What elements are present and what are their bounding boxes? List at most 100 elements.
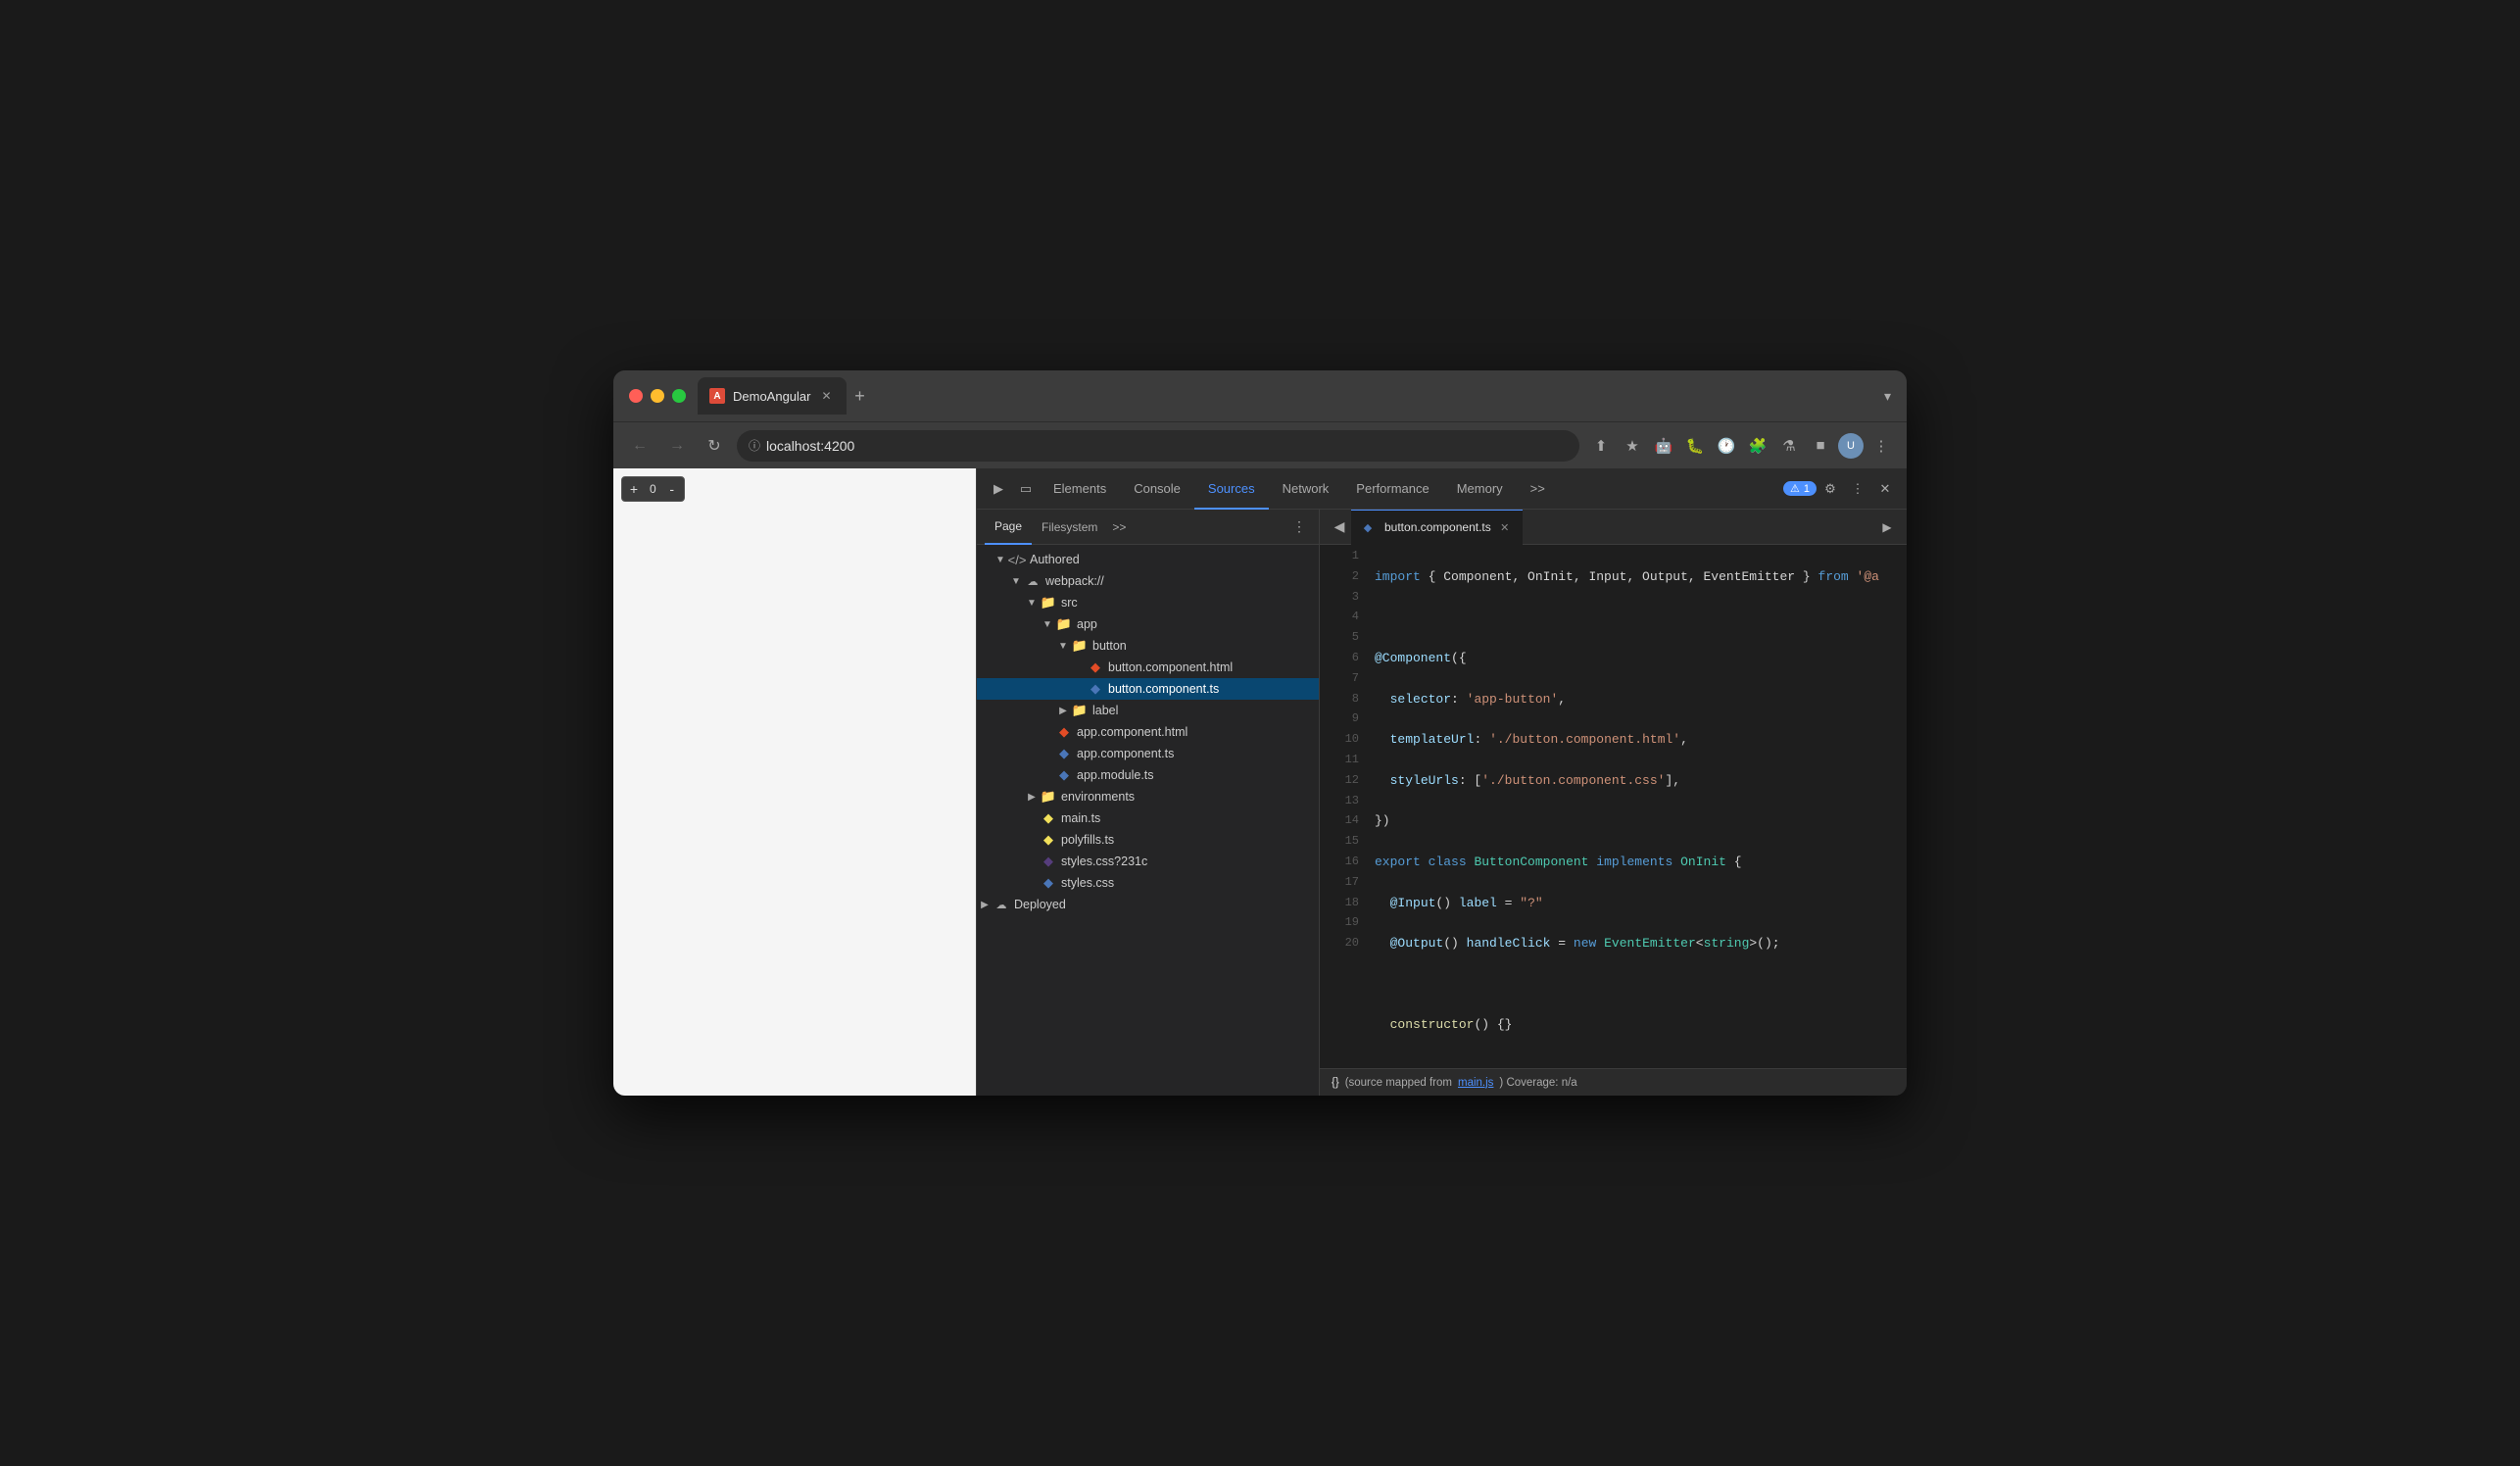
browser-tab[interactable]: A DemoAngular ✕ [698,377,847,415]
folder-label-icon: 📁 [1071,702,1089,719]
status-source-info: (source mapped from [1345,1077,1452,1089]
tree-item-src[interactable]: ▼ 📁 src [977,592,1319,613]
folder-src-icon: 📁 [1040,594,1057,611]
file-html-icon: ◆ [1087,659,1104,676]
status-source-link[interactable]: main.js [1458,1077,1493,1089]
puzzle-icon[interactable]: 🧩 [1744,432,1771,460]
extension-icon[interactable]: 🤖 [1650,432,1677,460]
editor-tabs: ◀ ◆ button.component.ts ✕ ▶ [1320,510,1907,545]
file-ts-icon: ◆ [1087,680,1104,698]
folder-button-icon: 📁 [1071,637,1089,655]
file-polyfills-icon: ◆ [1040,831,1057,849]
sources-sidebar: Page Filesystem >> ⋮ ▼ </> Authored [977,510,1320,1096]
pretty-print-button[interactable]: {} [1332,1077,1339,1089]
new-tab-button[interactable]: + [847,382,874,410]
tree-item-authored[interactable]: ▼ </> Authored [977,549,1319,570]
button-folder-label: button [1092,639,1127,653]
tree-item-styles[interactable]: ◆ styles.css [977,872,1319,894]
webpack-arrow: ▼ [1008,576,1024,587]
deployed-arrow: ▶ [977,900,993,910]
subtab-more[interactable]: >> [1107,515,1131,539]
environments-label: environments [1061,790,1135,804]
tab-close-button[interactable]: ✕ [819,388,835,404]
forward-button[interactable]: → [662,431,692,461]
label-arrow: ▶ [1055,706,1071,716]
editor-tab-prev[interactable]: ◀ [1328,515,1351,539]
share-icon[interactable]: ⬆ [1587,432,1615,460]
tree-item-main[interactable]: ◆ main.ts [977,807,1319,829]
flask-icon[interactable]: ⚗ [1775,432,1803,460]
secure-icon: ⓘ [749,437,760,454]
tree-item-environments[interactable]: ▶ 📁 environments [977,786,1319,807]
traffic-lights [629,389,686,403]
file-styles-hash-icon: ◆ [1040,853,1057,870]
tab-dropdown[interactable]: ▾ [1884,388,1891,405]
file-main-icon: ◆ [1040,809,1057,827]
subtab-menu[interactable]: ⋮ [1287,515,1311,539]
tree-item-webpack[interactable]: ▼ ☁ webpack:// [977,570,1319,592]
tab-memory[interactable]: Memory [1443,468,1517,510]
collapse-editor-button[interactable]: ▶ [1875,515,1899,539]
address-bar[interactable]: ⓘ localhost:4200 [737,430,1579,462]
tree-item-styles-hash[interactable]: ◆ styles.css?231c [977,851,1319,872]
tree-item-app-ts[interactable]: ◆ app.component.ts [977,743,1319,764]
tab-sources[interactable]: Sources [1194,468,1269,510]
zoom-in-button[interactable]: + [622,477,646,501]
lighthouse-icon[interactable]: 🕐 [1713,432,1740,460]
devtools-icon[interactable]: 🐛 [1681,432,1709,460]
menu-icon[interactable]: ⋮ [1867,432,1895,460]
sidebar-icon[interactable]: ■ [1807,432,1834,460]
label-label: label [1092,704,1118,717]
responsive-icon[interactable]: ▭ [1012,475,1040,503]
app-html-label: app.component.html [1077,725,1187,739]
close-button[interactable] [629,389,643,403]
tree-item-app-module[interactable]: ◆ app.module.ts [977,764,1319,786]
code-editor[interactable]: 1 2 3 4 5 6 7 8 9 10 11 12 13 [1320,545,1907,1068]
tab-performance[interactable]: Performance [1342,468,1442,510]
tab-elements[interactable]: Elements [1040,468,1120,510]
tree-item-button-ts[interactable]: ◆ button.component.ts [977,678,1319,700]
tab-console[interactable]: Console [1120,468,1194,510]
editor-tab-close-button[interactable]: ✕ [1497,519,1513,535]
tree-item-button-html[interactable]: ◆ button.component.html [977,657,1319,678]
devtools-panel: ▶ ▭ Elements Console Sources Network Per… [976,468,1907,1096]
fullscreen-button[interactable] [672,389,686,403]
tab-more[interactable]: >> [1517,468,1559,510]
subtab-filesystem[interactable]: Filesystem [1032,510,1107,545]
devtools-body: Page Filesystem >> ⋮ ▼ </> Authored [977,510,1907,1096]
zoom-value: 0 [646,482,660,496]
tree-item-button[interactable]: ▼ 📁 button [977,635,1319,657]
profile-button[interactable]: U [1838,433,1864,459]
tree-item-app[interactable]: ▼ 📁 app [977,613,1319,635]
reload-button[interactable]: ↻ [700,431,729,461]
subtab-page[interactable]: Page [985,510,1032,545]
environments-arrow: ▶ [1024,792,1040,803]
folder-environments-icon: 📁 [1040,788,1057,806]
close-devtools-icon[interactable]: ✕ [1871,475,1899,503]
minimize-button[interactable] [651,389,664,403]
editor-file-tab-button-ts[interactable]: ◆ button.component.ts ✕ [1351,510,1523,545]
deployed-label: Deployed [1014,898,1066,911]
file-tree: ▼ </> Authored ▼ ☁ webpack:// [977,545,1319,1096]
src-label: src [1061,596,1078,610]
tree-item-deployed[interactable]: ▶ ☁ Deployed [977,894,1319,915]
back-button[interactable]: ← [625,431,654,461]
status-coverage: ) Coverage: n/a [1499,1077,1576,1089]
title-bar: A DemoAngular ✕ + ▾ [613,370,1907,421]
more-options-icon[interactable]: ⋮ [1844,475,1871,503]
settings-icon[interactable]: ⚙ [1817,475,1844,503]
inspector-icon[interactable]: ▶ [985,475,1012,503]
zoom-out-button[interactable]: - [660,477,684,501]
tab-network[interactable]: Network [1269,468,1343,510]
status-bar: {} (source mapped from main.js ) Coverag… [1320,1068,1907,1096]
tree-item-app-html[interactable]: ◆ app.component.html [977,721,1319,743]
tree-item-label[interactable]: ▶ 📁 label [977,700,1319,721]
tree-item-polyfills[interactable]: ◆ polyfills.ts [977,829,1319,851]
bookmark-icon[interactable]: ★ [1619,432,1646,460]
styles-hash-label: styles.css?231c [1061,855,1147,868]
authored-label: Authored [1030,553,1080,566]
issues-badge[interactable]: ⚠ 1 [1783,481,1817,496]
address-text: localhost:4200 [766,438,854,454]
file-app-module-icon: ◆ [1055,766,1073,784]
main-ts-label: main.ts [1061,811,1100,825]
